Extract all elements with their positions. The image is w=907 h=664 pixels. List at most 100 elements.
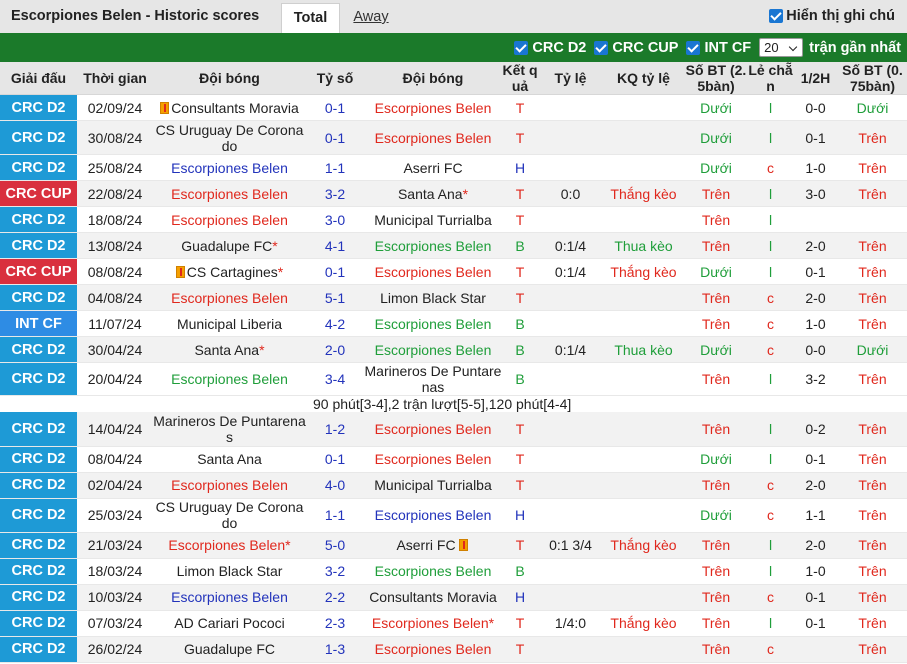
away-team[interactable]: Escorpiones Belen (364, 232, 502, 259)
home-team-name[interactable]: Escorpiones Belen (171, 186, 288, 202)
away-team-name[interactable]: Escorpiones Belen (375, 451, 492, 467)
score-link[interactable]: 4-1 (306, 232, 364, 259)
tab-away[interactable]: Away (340, 3, 402, 33)
home-team[interactable]: Escorpiones Belen (153, 206, 306, 233)
away-team[interactable]: Escorpiones Belen (364, 446, 502, 473)
score-value[interactable]: 1-2 (325, 421, 345, 437)
away-team-name[interactable]: Escorpiones Belen (375, 421, 492, 437)
score-link[interactable]: 4-2 (306, 310, 364, 337)
league-cell[interactable]: CRC D2 (0, 584, 77, 611)
league-badge[interactable]: CRC D2 (0, 558, 77, 583)
league-cell[interactable]: CRC D2 (0, 232, 77, 259)
home-team-name[interactable]: Consultants Moravia (171, 100, 299, 116)
home-team[interactable]: Escorpiones Belen* (153, 532, 306, 559)
score-value[interactable]: 4-0 (325, 477, 345, 493)
home-team[interactable]: AD Cariari Pococi (153, 610, 306, 637)
score-link[interactable]: 1-3 (306, 636, 364, 663)
away-team-name[interactable]: Escorpiones Belen (375, 507, 492, 523)
filter-crc-cup[interactable]: CRC CUP (594, 40, 678, 56)
away-team[interactable]: Marineros De Puntarenas (364, 362, 502, 396)
score-link[interactable]: 0-1 (306, 446, 364, 473)
score-link[interactable]: 4-0 (306, 472, 364, 499)
league-badge[interactable]: CRC D2 (0, 472, 77, 497)
away-team-name[interactable]: Limon Black Star (380, 290, 486, 306)
league-badge[interactable]: CRC CUP (0, 181, 77, 206)
away-team[interactable]: Consultants Moravia (364, 584, 502, 611)
away-team-name[interactable]: Escorpiones Belen (375, 641, 492, 657)
league-cell[interactable]: CRC D2 (0, 610, 77, 637)
home-team[interactable]: Escorpiones Belen (153, 154, 306, 181)
league-cell[interactable]: CRC D2 (0, 532, 77, 559)
score-value[interactable]: 3-0 (325, 212, 345, 228)
league-badge[interactable]: CRC CUP (0, 259, 77, 284)
home-team[interactable]: Guadalupe FC* (153, 232, 306, 259)
away-team-name[interactable]: Santa Ana (398, 186, 463, 202)
home-team-name[interactable]: Santa Ana (197, 451, 262, 467)
filter-int-cf[interactable]: INT CF (686, 40, 751, 56)
league-badge[interactable]: CRC D2 (0, 155, 77, 180)
away-team[interactable]: Escorpiones Belen (364, 636, 502, 663)
score-value[interactable]: 0-1 (325, 130, 345, 146)
league-cell[interactable]: CRC D2 (0, 94, 77, 121)
home-team[interactable]: Escorpiones Belen (153, 472, 306, 499)
league-badge[interactable]: CRC D2 (0, 610, 77, 635)
league-cell[interactable]: CRC D2 (0, 472, 77, 499)
away-team-name[interactable]: Municipal Turrialba (374, 477, 492, 493)
int-cf-checkbox[interactable] (686, 40, 701, 55)
away-team[interactable]: Escorpiones Belen (364, 558, 502, 585)
score-link[interactable]: 1-2 (306, 412, 364, 447)
score-value[interactable]: 3-2 (325, 563, 345, 579)
show-notes-option[interactable]: Hiển thị ghi chú (769, 8, 895, 24)
score-value[interactable]: 0-1 (325, 264, 345, 280)
league-cell[interactable]: CRC CUP (0, 258, 77, 285)
score-link[interactable]: 0-1 (306, 258, 364, 285)
away-team-name[interactable]: Aserri FC (396, 537, 455, 553)
league-badge[interactable]: CRC D2 (0, 285, 77, 310)
league-cell[interactable]: INT CF (0, 310, 77, 337)
score-value[interactable]: 1-3 (325, 641, 345, 657)
away-team-name[interactable]: Escorpiones Belen (375, 130, 492, 146)
league-cell[interactable]: CRC D2 (0, 636, 77, 663)
home-team-name[interactable]: CS Uruguay De Coronado (156, 122, 304, 154)
away-team-name[interactable]: Escorpiones Belen (375, 563, 492, 579)
home-team[interactable]: Limon Black Star (153, 558, 306, 585)
league-cell[interactable]: CRC D2 (0, 206, 77, 233)
home-team[interactable]: Santa Ana* (153, 336, 306, 363)
match-count-select[interactable]: 20 (759, 38, 804, 57)
away-team[interactable]: Escorpiones Belen (364, 258, 502, 285)
score-value[interactable]: 0-1 (325, 451, 345, 467)
home-team[interactable]: CS Uruguay De Coronado (153, 498, 306, 533)
league-badge[interactable]: CRC D2 (0, 337, 77, 362)
home-team-name[interactable]: Escorpiones Belen (171, 160, 288, 176)
score-value[interactable]: 5-0 (325, 537, 345, 553)
score-link[interactable]: 2-0 (306, 336, 364, 363)
score-value[interactable]: 2-2 (325, 589, 345, 605)
score-link[interactable]: 2-3 (306, 610, 364, 637)
score-link[interactable]: 3-2 (306, 558, 364, 585)
league-badge[interactable]: CRC D2 (0, 233, 77, 258)
league-cell[interactable]: CRC D2 (0, 154, 77, 181)
league-cell[interactable]: CRC CUP (0, 180, 77, 207)
away-team-name[interactable]: Consultants Moravia (369, 589, 497, 605)
league-badge[interactable]: CRC D2 (0, 446, 77, 471)
score-value[interactable]: 4-2 (325, 316, 345, 332)
league-badge[interactable]: INT CF (0, 311, 77, 336)
tab-total[interactable]: Total (281, 3, 340, 33)
crc-cup-checkbox[interactable] (594, 40, 609, 55)
home-team[interactable]: Santa Ana (153, 446, 306, 473)
score-value[interactable]: 5-1 (325, 290, 345, 306)
league-cell[interactable]: CRC D2 (0, 120, 77, 155)
home-team-name[interactable]: Escorpiones Belen (171, 290, 288, 306)
home-team-name[interactable]: Municipal Liberia (177, 316, 282, 332)
away-team-name[interactable]: Escorpiones Belen (375, 100, 492, 116)
league-badge[interactable]: CRC D2 (0, 121, 77, 154)
score-value[interactable]: 1-1 (325, 507, 345, 523)
score-link[interactable]: 1-1 (306, 498, 364, 533)
score-link[interactable]: 2-2 (306, 584, 364, 611)
score-value[interactable]: 0-1 (325, 100, 345, 116)
league-cell[interactable]: CRC D2 (0, 558, 77, 585)
league-badge[interactable]: CRC D2 (0, 498, 77, 531)
home-team[interactable]: Escorpiones Belen (153, 584, 306, 611)
away-team[interactable]: Municipal Turrialba (364, 206, 502, 233)
away-team[interactable]: Escorpiones Belen (364, 120, 502, 155)
